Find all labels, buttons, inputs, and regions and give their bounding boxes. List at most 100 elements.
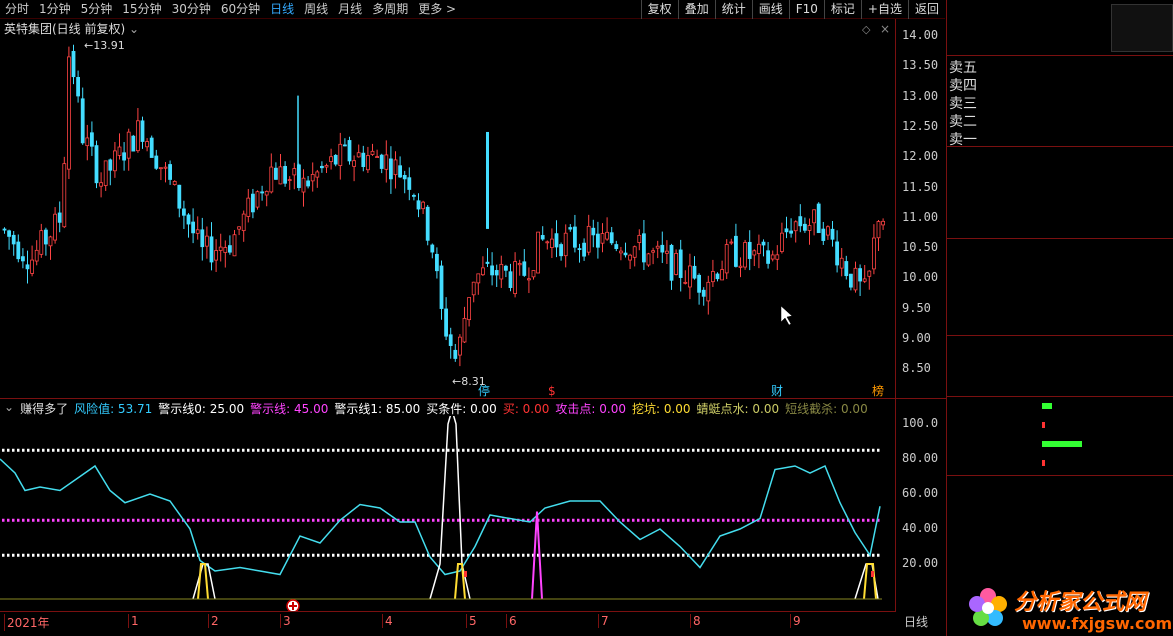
candle-body xyxy=(407,177,412,190)
candle-body xyxy=(269,166,274,193)
price-tick: 12.50 xyxy=(902,118,939,133)
period-tab[interactable]: 月线 xyxy=(333,0,367,18)
candle-body xyxy=(522,261,527,276)
toolbar-button[interactable]: 标记 xyxy=(823,0,861,19)
period-tab[interactable]: 5分钟 xyxy=(76,0,118,18)
candle-body xyxy=(2,228,7,231)
event-marker[interactable]: $ xyxy=(548,384,556,398)
candle-body xyxy=(393,159,398,176)
candle-body xyxy=(186,214,191,225)
period-tab[interactable]: 15分钟 xyxy=(117,0,166,18)
candle-body xyxy=(209,236,214,263)
price-tick: 8.50 xyxy=(902,361,931,376)
candle-body xyxy=(154,155,159,169)
candle-body xyxy=(867,270,872,277)
candle-body xyxy=(881,220,885,226)
candle-body xyxy=(34,249,39,262)
candle-body xyxy=(80,98,85,144)
candle-body xyxy=(793,221,798,232)
toolbar-buttons: 复权 叠加 统计 画线 F10 标记 +自选 返回 xyxy=(640,0,945,19)
candle-body xyxy=(319,165,324,169)
candle-body xyxy=(310,174,315,182)
candle-body xyxy=(168,164,173,180)
candle-body xyxy=(113,150,117,172)
candle-body xyxy=(375,156,380,158)
indicator-chart[interactable] xyxy=(0,416,896,611)
candle-body xyxy=(122,152,126,161)
high-label: ←13.91 xyxy=(84,39,125,52)
candle-body xyxy=(798,216,803,227)
candle-body xyxy=(563,232,568,257)
candle-body xyxy=(283,166,288,184)
toolbar-button[interactable]: 画线 xyxy=(751,0,789,19)
diamond-icon[interactable]: ◇ xyxy=(862,23,870,36)
close-icon[interactable]: × xyxy=(880,22,890,36)
period-label[interactable]: 日线 xyxy=(904,613,928,630)
candle-body xyxy=(747,241,752,259)
candle-body xyxy=(637,234,642,244)
period-tab[interactable]: 更多 > xyxy=(413,0,461,18)
toolbar-button[interactable]: 返回 xyxy=(907,0,945,19)
indicator-tick: 20.00 xyxy=(902,556,939,570)
date-tick: 9 xyxy=(790,614,801,628)
candle-body xyxy=(812,209,816,224)
x-axis: 2021年 1 2 3 4 5 6 7 8 9 xyxy=(0,611,896,636)
candle-body xyxy=(140,120,145,142)
candle-body xyxy=(402,175,407,180)
quote-panel: 卖五 卖四 卖三 卖二 卖一 xyxy=(946,0,1173,636)
event-marker[interactable]: 榜 xyxy=(872,383,884,398)
candle-body xyxy=(444,308,449,337)
ask-label: 卖四 xyxy=(949,78,977,94)
candle-body xyxy=(734,235,738,267)
candle-body xyxy=(586,225,591,253)
candle-body xyxy=(646,253,651,266)
candle-body xyxy=(214,250,219,261)
candle-body xyxy=(642,233,646,263)
flower-logo-icon xyxy=(969,588,1007,626)
toolbar-button[interactable]: F10 xyxy=(788,0,824,19)
indicator-name[interactable]: 赚得多了 xyxy=(20,400,68,416)
period-tab[interactable]: 1分钟 xyxy=(34,0,76,18)
toolbar-button[interactable]: 叠加 xyxy=(677,0,715,19)
period-tab[interactable]: 60分钟 xyxy=(216,0,265,18)
candle-body xyxy=(711,271,715,283)
period-tab[interactable]: 日线 xyxy=(265,0,299,18)
candle-body xyxy=(301,177,306,193)
period-tab[interactable]: 分时 xyxy=(0,0,34,18)
candle-body xyxy=(559,244,563,257)
date-tick: 4 xyxy=(382,614,393,628)
period-tab[interactable]: 30分钟 xyxy=(167,0,216,18)
candle-body xyxy=(665,250,669,254)
candle-body xyxy=(16,241,21,260)
candle-body xyxy=(536,231,540,274)
toolbar-button[interactable]: +自选 xyxy=(860,0,908,19)
candle-body xyxy=(329,156,334,162)
sector-box[interactable] xyxy=(1111,4,1173,52)
chevron-down-icon[interactable]: ⌄ xyxy=(4,400,14,416)
toolbar-button[interactable]: 统计 xyxy=(714,0,752,19)
candle-body xyxy=(683,281,688,284)
candle-body xyxy=(67,56,71,170)
candlestick-chart[interactable]: ←13.91←8.31停 $ 财榜 xyxy=(0,19,896,399)
candle-body xyxy=(490,265,495,276)
candle-body xyxy=(752,250,757,256)
period-tab[interactable]: 多周期 xyxy=(367,0,413,18)
candle-body xyxy=(278,166,283,185)
candle-body xyxy=(191,221,196,234)
event-marker[interactable]: 停 xyxy=(478,383,490,398)
candle-body xyxy=(131,135,136,152)
mouse-cursor-icon xyxy=(780,305,793,326)
event-marker[interactable]: 财 xyxy=(771,384,783,398)
candle-body xyxy=(425,206,430,241)
candle-body xyxy=(338,143,343,166)
price-tick: 14.00 xyxy=(902,28,939,42)
candle-body xyxy=(48,236,53,247)
candle-body xyxy=(416,200,421,210)
candle-body xyxy=(108,159,113,171)
candle-body xyxy=(669,244,674,281)
candle-body xyxy=(660,244,665,253)
candle-body xyxy=(347,140,352,162)
toolbar-button[interactable]: 复权 xyxy=(640,0,678,19)
period-tab[interactable]: 周线 xyxy=(299,0,333,18)
candle-body xyxy=(872,237,876,270)
